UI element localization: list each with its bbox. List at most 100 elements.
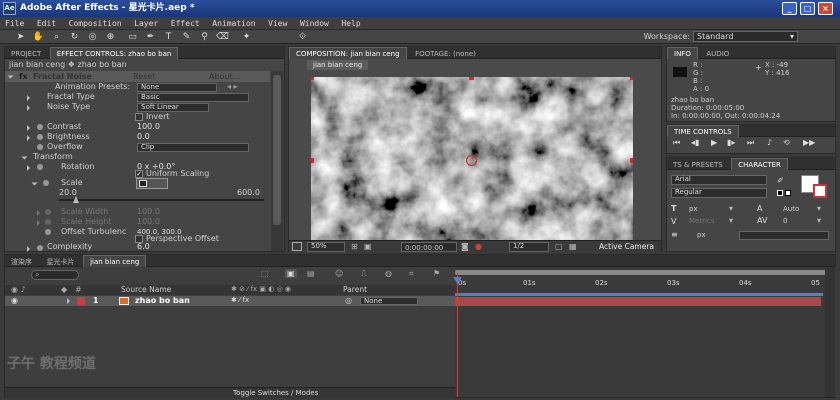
zoom-tool-icon[interactable]: ⌕ bbox=[50, 31, 63, 43]
menu-effect[interactable]: Effect bbox=[166, 17, 205, 30]
active-camera-dropdown[interactable]: Active Camera bbox=[599, 241, 654, 252]
channel-icon[interactable]: ● bbox=[475, 242, 482, 251]
layer-duration-bar[interactable] bbox=[455, 297, 821, 306]
transparency-grid-icon[interactable]: ▦ bbox=[569, 242, 577, 251]
dropdown-arrow-icon[interactable]: ▾ bbox=[729, 216, 733, 225]
time-navigator-bar[interactable] bbox=[455, 270, 827, 275]
expand-triangle-icon[interactable] bbox=[27, 135, 30, 141]
animation-presets-dropdown[interactable]: None bbox=[137, 83, 217, 92]
prev-frame-icon[interactable]: ◂▮ bbox=[691, 138, 699, 147]
layer-handle[interactable] bbox=[311, 77, 314, 80]
stroke-width-unit[interactable]: px bbox=[697, 230, 706, 240]
tab-composition[interactable]: COMPOSITION: jian bian ceng bbox=[289, 47, 407, 59]
leading-value[interactable]: Auto bbox=[783, 204, 799, 214]
audio-icon[interactable]: ♪ bbox=[767, 138, 772, 147]
layer-handle[interactable] bbox=[469, 77, 474, 80]
tab-render-queue[interactable]: 渲染序 bbox=[5, 256, 38, 268]
snapshot-icon[interactable]: ◙ bbox=[461, 242, 469, 251]
text-tool-icon[interactable]: T bbox=[162, 31, 175, 43]
menu-layer[interactable]: Layer bbox=[129, 17, 163, 30]
layer-row[interactable]: ◉ 1 zhao bo ban ✱ ⁄ fx ◎ None bbox=[5, 296, 455, 306]
tracking-value[interactable]: 0 bbox=[783, 216, 787, 226]
dropdown-arrow-icon[interactable]: ▾ bbox=[817, 216, 821, 225]
timeline-scrollbar[interactable] bbox=[825, 267, 835, 397]
expand-triangle-icon[interactable] bbox=[67, 298, 70, 304]
parent-header[interactable]: Parent bbox=[343, 285, 367, 295]
region-icon[interactable]: ▣ bbox=[364, 242, 372, 251]
tab-audio[interactable]: AUDIO bbox=[700, 48, 735, 60]
layer-label-color[interactable] bbox=[77, 297, 85, 305]
maximize-button[interactable]: □ bbox=[800, 2, 815, 15]
scale-slider-track[interactable] bbox=[59, 199, 264, 201]
expand-triangle-icon[interactable] bbox=[27, 165, 30, 171]
zoom-dropdown[interactable]: 50% bbox=[307, 242, 345, 252]
invert-checkbox[interactable] bbox=[135, 113, 143, 121]
expand-triangle-icon[interactable] bbox=[31, 182, 38, 186]
effect-scrollbar-thumb[interactable] bbox=[273, 75, 281, 225]
time-ruler[interactable]: 0s 01s 02s 03s 04s 05 bbox=[455, 279, 827, 293]
orbit-camera-icon[interactable]: ◎ bbox=[86, 31, 99, 43]
tab-comp-jian-bian-ceng[interactable]: jian bian ceng bbox=[83, 255, 147, 267]
rotate-tool-icon[interactable]: ↻ bbox=[68, 31, 81, 43]
grid-icon[interactable]: ⊞ bbox=[351, 242, 358, 251]
layer-handle[interactable] bbox=[630, 77, 633, 80]
tab-effect-controls[interactable]: EFFECT CONTROLS: zhao bo ban bbox=[49, 47, 179, 59]
fractal-noise-preview[interactable] bbox=[311, 77, 633, 245]
menu-composition[interactable]: Composition bbox=[64, 17, 127, 30]
expand-triangle-icon[interactable] bbox=[27, 95, 30, 101]
layer-handle[interactable] bbox=[630, 158, 633, 163]
stopwatch-icon[interactable] bbox=[37, 124, 43, 130]
stopwatch-icon[interactable] bbox=[37, 144, 43, 150]
axis-mode-icon[interactable]: ⟐ bbox=[296, 31, 309, 43]
menu-window[interactable]: Window bbox=[295, 17, 334, 30]
last-frame-icon[interactable]: ⏭ bbox=[747, 138, 754, 148]
uniform-scaling-checkbox[interactable]: ✓ bbox=[135, 170, 143, 178]
comp-mini-flowchart-icon[interactable]: ⬚ bbox=[261, 269, 269, 278]
loop-icon[interactable]: ⟲ bbox=[783, 138, 790, 147]
black-swatch[interactable] bbox=[777, 190, 783, 196]
stopwatch-icon[interactable] bbox=[37, 134, 43, 140]
stopwatch-icon[interactable] bbox=[37, 164, 43, 170]
stroke-color-swatch[interactable] bbox=[813, 184, 827, 198]
anchor-point-icon[interactable] bbox=[466, 155, 477, 166]
tab-project[interactable]: PROJECT bbox=[5, 48, 47, 60]
shy-icon[interactable]: ☺ bbox=[335, 269, 343, 278]
close-button[interactable]: × bbox=[818, 2, 833, 15]
stopwatch-icon[interactable] bbox=[37, 245, 43, 251]
contrast-value[interactable]: 100.0 bbox=[137, 122, 160, 132]
parent-dropdown[interactable]: None bbox=[360, 297, 418, 305]
menu-animation[interactable]: Animation bbox=[207, 17, 260, 30]
ram-preview-icon[interactable]: ▶▶ bbox=[803, 138, 815, 147]
kerning-value[interactable]: Metrics bbox=[689, 216, 714, 226]
expand-triangle-icon[interactable] bbox=[27, 105, 30, 111]
pen-tool-icon[interactable]: ✒ bbox=[144, 31, 157, 43]
graph-editor-icon[interactable]: ⌗ bbox=[409, 269, 414, 279]
dropdown-arrow-icon[interactable]: ▾ bbox=[729, 204, 733, 213]
expand-triangle-icon[interactable] bbox=[27, 246, 30, 252]
motion-blur-icon[interactable]: ◍ bbox=[385, 269, 392, 278]
draft-3d-icon[interactable]: ▤ bbox=[307, 269, 315, 278]
tab-character[interactable]: CHARACTER bbox=[731, 158, 788, 170]
resolution-dropdown[interactable]: 1/2 bbox=[509, 242, 549, 252]
pan-behind-icon[interactable]: ⊕ bbox=[104, 31, 117, 43]
menu-edit[interactable]: Edit bbox=[32, 17, 61, 30]
eraser-tool-icon[interactable]: ⌫ bbox=[216, 31, 229, 43]
toggle-switches-modes-button[interactable]: Toggle Switches / Modes bbox=[233, 388, 318, 399]
first-frame-icon[interactable]: ⏮ bbox=[673, 138, 680, 148]
selection-tool-icon[interactable]: ➤ bbox=[14, 31, 27, 43]
live-update-icon[interactable]: ▣ bbox=[285, 269, 297, 278]
menu-view[interactable]: View bbox=[263, 17, 292, 30]
tab-comp-starlight[interactable]: 星光卡片 bbox=[41, 256, 81, 268]
timecode-field[interactable]: 0:00:00:00 bbox=[401, 242, 457, 252]
overflow-dropdown[interactable]: Clip bbox=[137, 143, 249, 152]
frame-blend-icon[interactable]: ⎍ bbox=[361, 269, 367, 279]
font-size-unit[interactable]: px bbox=[689, 204, 698, 214]
layer-switches-icon[interactable]: ✱ ⁄ fx bbox=[231, 296, 249, 304]
dropdown-arrow-icon[interactable]: ▾ bbox=[817, 204, 821, 213]
monitor-icon[interactable] bbox=[292, 242, 302, 251]
workspace-select[interactable]: Standard ▾ bbox=[693, 31, 798, 42]
tab-time-controls[interactable]: TIME CONTROLS bbox=[667, 125, 739, 137]
brush-tool-icon[interactable]: ✎ bbox=[180, 31, 193, 43]
visibility-eye-icon[interactable]: ◉ bbox=[11, 296, 18, 305]
expand-triangle-icon[interactable] bbox=[7, 75, 14, 79]
